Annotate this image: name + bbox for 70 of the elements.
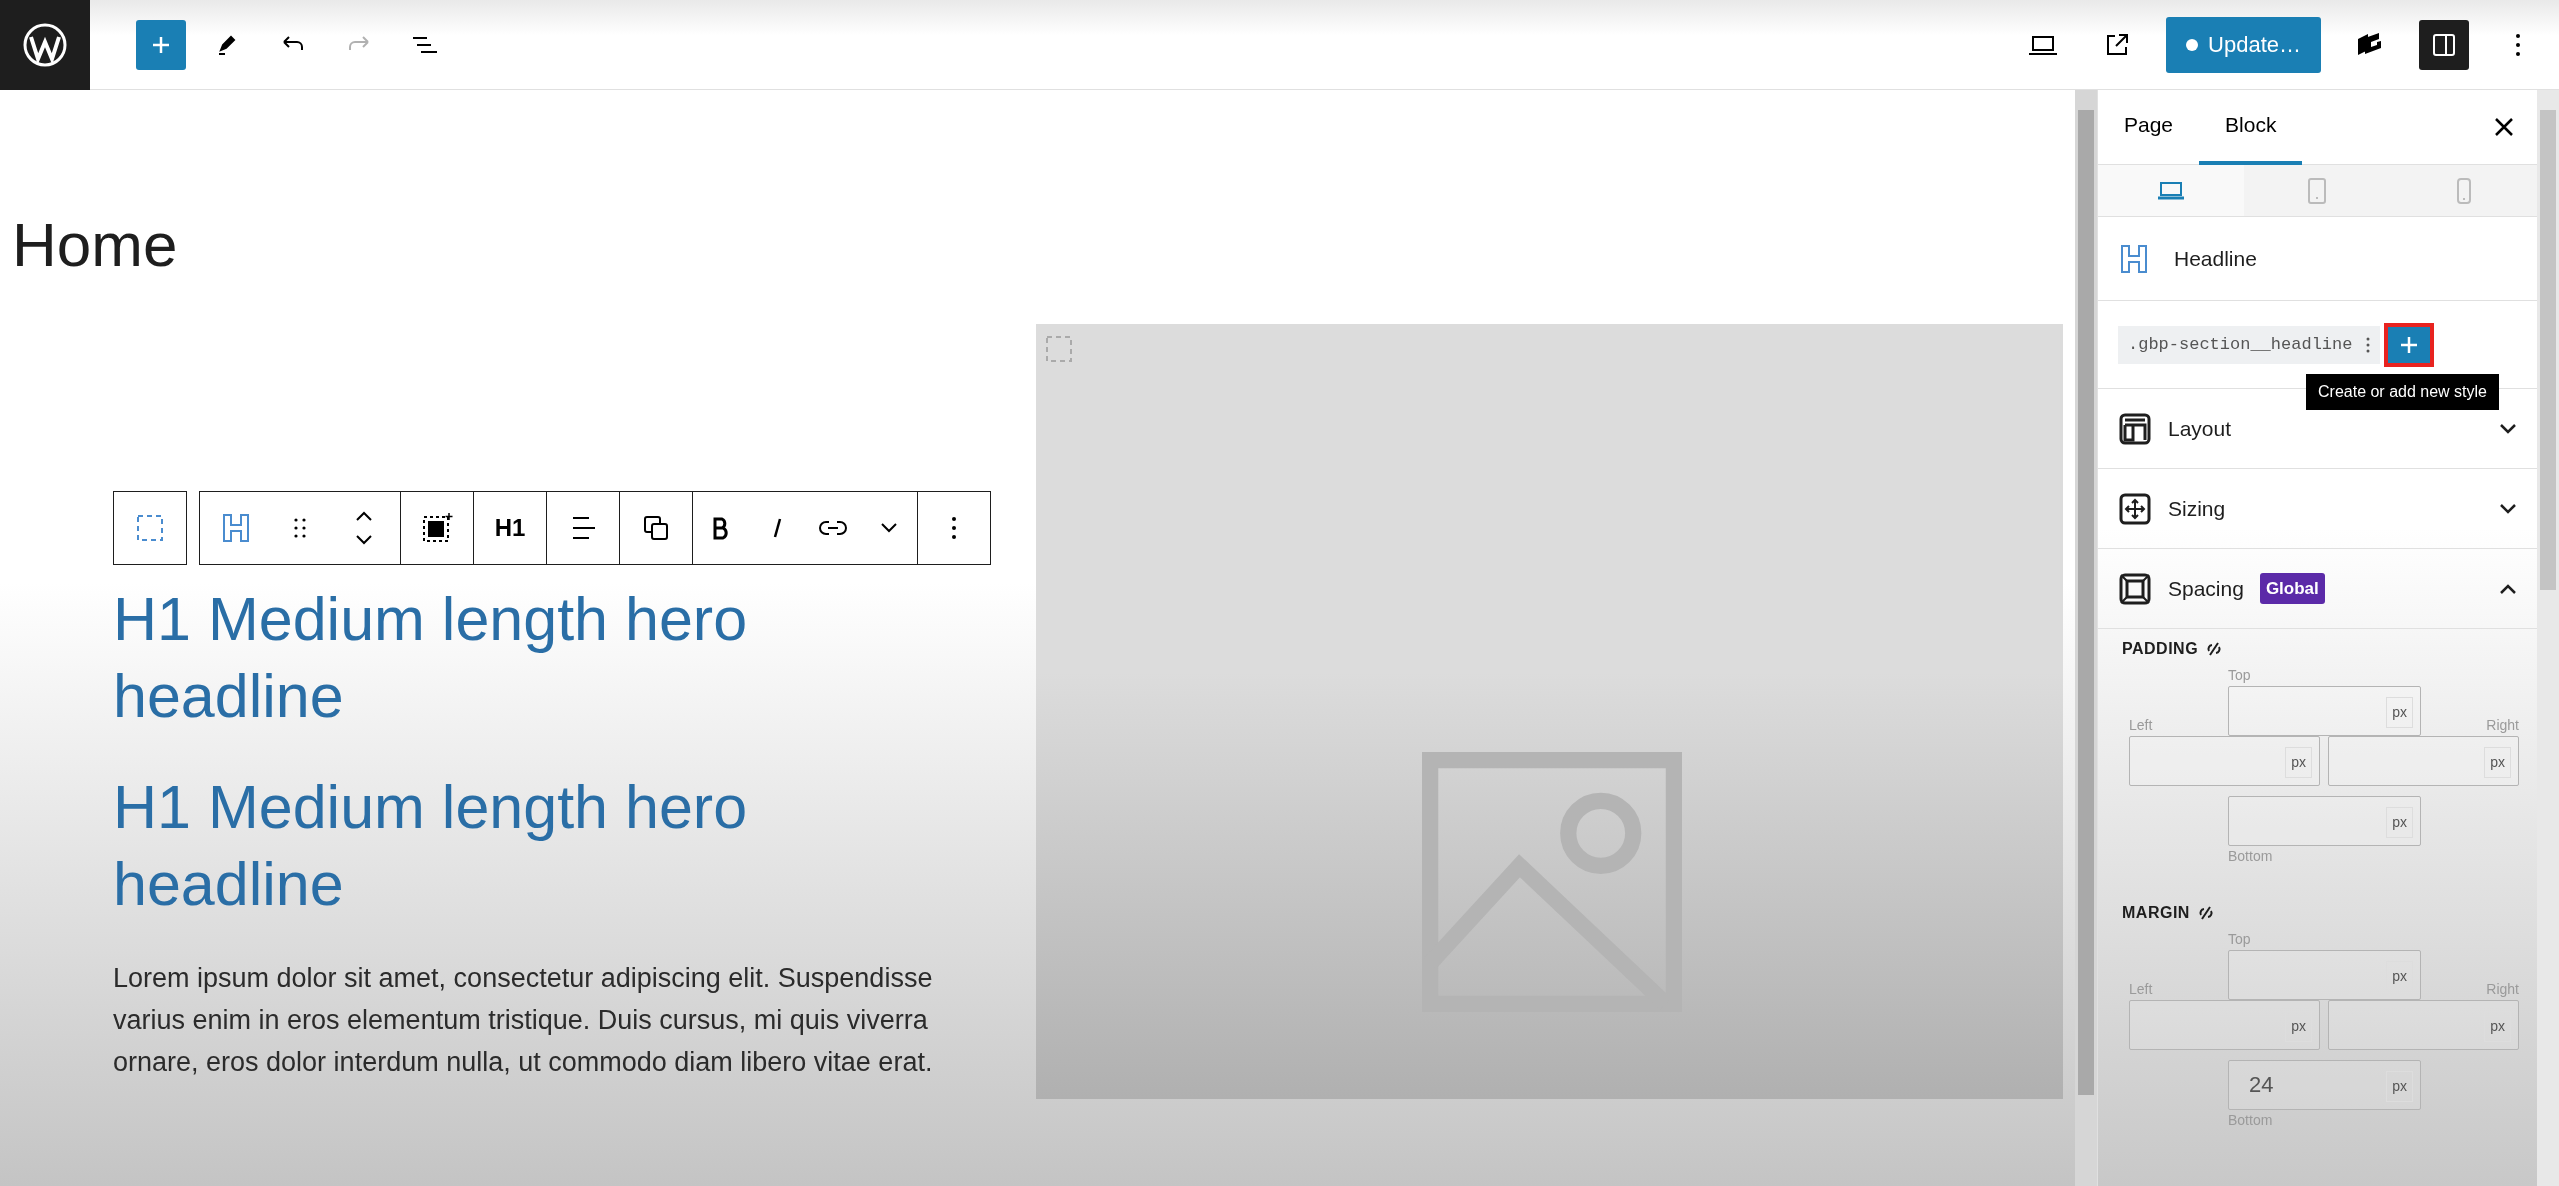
more-options-icon [2366,336,2371,353]
panel-title: Layout [2168,415,2232,442]
sidebar-panel-icon [2431,31,2457,58]
field-label: Bottom [2228,847,2273,866]
scrollbar[interactable] [2540,110,2556,590]
heading-level-button[interactable]: H1 [474,491,546,564]
layout-icon [2118,411,2152,446]
input-field[interactable] [2328,736,2519,786]
unit-label: px [2386,1071,2413,1102]
input-field[interactable] [2228,950,2421,1000]
laptop-icon [2157,180,2186,201]
section-label: MARGIN [2122,903,2190,923]
spacing-box-icon [2118,571,2152,606]
field-label: Left [2129,980,2153,999]
phone-icon [2455,176,2472,205]
bold-icon [711,515,731,540]
scrollbar[interactable] [2078,110,2094,1095]
close-icon [2493,116,2515,138]
unit-label: px [2386,807,2413,838]
container-icon [421,511,453,544]
field-label: Right [2486,716,2519,735]
dashed-square-icon [1044,333,1074,364]
paragraph: Lorem ipsum dolor sit amet, consectetur adipiscing elit. Suspendisse varius enim in eros elementum tristique. Duis cursus, mi quis viverra ornare, eros dolor interdum nulla, ut commodo diam libero vitae erat. [113,961,933,1079]
field-label: Left [2129,716,2153,735]
unit-label: px [2285,747,2312,778]
field-label: Top [2228,666,2251,685]
move-arrows-icon [353,509,375,546]
more-options-icon [2515,31,2521,58]
input-field[interactable] [2129,1000,2320,1050]
global-tag: Global [2259,572,2325,605]
field-label: Right [2486,980,2519,999]
more-options-icon [951,514,957,541]
device-tab[interactable] [2098,165,2245,216]
panel-title: Sizing [2168,495,2226,522]
input-field[interactable] [2228,796,2421,846]
wordpress-logo-icon[interactable] [22,21,68,68]
chevron-down-icon [880,521,898,534]
image-placeholder-icon [1422,751,1682,1012]
section-label: PADDING [2122,639,2199,659]
unlink-icon [2197,905,2214,921]
input-field[interactable] [2129,736,2320,786]
add-block-button[interactable] [136,19,186,70]
drag-handle-icon [293,516,307,539]
external-link-icon [2104,31,2131,58]
page-title: Home [12,209,179,281]
heading-block-icon [221,511,251,544]
class-selector[interactable]: .gbp-section__headline [2118,325,2381,364]
block-name: Headline [2174,245,2257,272]
input-field[interactable] [2328,1000,2519,1050]
class-name: .gbp-section__headline [2128,333,2353,356]
unit-label: px [2386,697,2413,728]
heading-block-icon [2118,242,2150,275]
dashed-square-icon [135,512,165,543]
tablet-icon [2306,176,2329,205]
input-field[interactable] [2228,686,2421,736]
unit-label: px [2484,747,2511,778]
panel-header[interactable]: Sizing [2098,469,2537,549]
headline: H1 Medium length hero headline [113,771,749,920]
resize-arrows-icon [2118,491,2152,526]
duplicate-icon [642,513,670,542]
field-label: Top [2228,930,2251,949]
panel-header[interactable]: Spacing Global [2098,549,2537,629]
sidebar-tab[interactable]: Page [2098,89,2200,165]
unlink-icon [2206,641,2223,657]
plus-icon [2399,334,2420,355]
update-button[interactable]: Update… [2166,16,2321,73]
panel-title: Spacing [2168,575,2244,602]
tooltip: Create or add new style [2306,374,2499,410]
headline: H1 Medium length hero headline [113,583,749,732]
settings-button[interactable] [2419,19,2469,70]
